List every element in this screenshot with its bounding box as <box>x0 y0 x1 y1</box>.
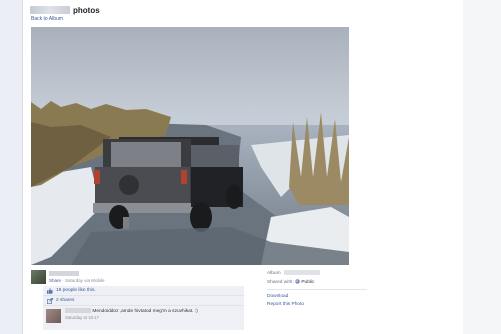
right-gutter <box>463 0 501 334</box>
owner-name-redacted[interactable] <box>30 6 70 14</box>
owner-name-redacted[interactable] <box>49 271 79 276</box>
likes-count-link[interactable]: 19 people like this. <box>56 288 96 293</box>
shares-row: 2 shares <box>43 296 244 306</box>
album-name-redacted[interactable] <box>283 270 320 275</box>
shared-with-value[interactable]: Public <box>301 280 314 285</box>
shares-count-link[interactable]: 2 shares <box>56 298 74 303</box>
shared-with-label: Shared with: <box>267 280 294 285</box>
page-title: photos <box>30 5 100 15</box>
sidebar-divider <box>267 289 367 290</box>
album-line: Album <box>267 270 320 276</box>
page-title-text: photos <box>73 5 100 15</box>
shared-with-line: Shared with: Public <box>267 279 314 285</box>
share-meta: · Saturday via Mobile <box>62 278 105 283</box>
thumbs-up-icon <box>47 287 53 294</box>
photo-page: photos Back to Album Share · Saturday vi… <box>22 0 465 334</box>
share-icon <box>46 297 54 304</box>
commenter-name-redacted[interactable] <box>65 308 91 313</box>
report-photo-link[interactable]: Report this Photo <box>267 302 304 307</box>
share-link[interactable]: Share <box>49 278 61 283</box>
download-link[interactable]: Download <box>267 294 288 299</box>
comment-text: Mendoiddoz ,amde hivtatod meg'm a szuvhi… <box>92 308 198 314</box>
owner-avatar[interactable] <box>31 270 46 284</box>
comment: Mendoiddoz ,amde hivtatod meg'm a szuvhi… <box>43 306 244 330</box>
likes-row: 19 people like this. <box>43 286 244 296</box>
comment-timestamp[interactable]: Saturday at 18:17 <box>65 315 244 320</box>
album-label: Album <box>267 270 281 276</box>
main-photo[interactable] <box>31 27 349 265</box>
share-line: Share · Saturday via Mobile <box>49 278 105 283</box>
hummer-on-ice-photo <box>31 27 349 265</box>
commenter-avatar[interactable] <box>46 309 61 323</box>
feedback-box: 19 people like this. 2 shares Mendoiddoz… <box>43 286 244 330</box>
back-to-album-link[interactable]: Back to Album <box>31 16 63 22</box>
